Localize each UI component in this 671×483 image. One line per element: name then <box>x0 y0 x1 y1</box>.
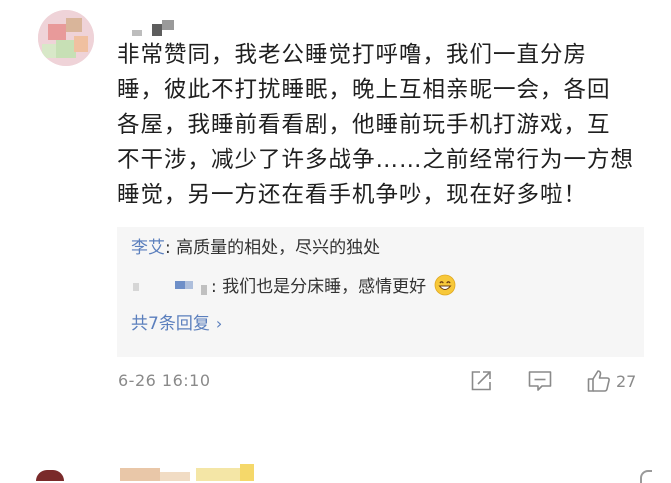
next-comment-mosaic-block <box>120 468 160 481</box>
more-replies-link[interactable]: 共7条回复 › <box>131 313 222 335</box>
replies-preview[interactable]: 李艾: 高质量的相处，尽兴的独处 : 我们也是分床睡，感情更好 共7条回复 › <box>117 227 644 357</box>
share-button[interactable] <box>469 368 493 394</box>
like-count: 27 <box>616 371 637 391</box>
comment-body-line: 睡，彼此不打扰睡眠，晚上互相亲昵一会，各回 <box>117 77 611 103</box>
username-mosaic-block <box>152 24 162 36</box>
like-button[interactable]: 27 <box>586 368 636 394</box>
reply-text: 高质量的相处，尽兴的独处 <box>176 238 381 258</box>
reply-author-mosaic-block <box>133 283 139 291</box>
reply-author-name[interactable]: 李艾 <box>131 238 165 258</box>
chevron-right-icon: › <box>215 314 223 333</box>
comment-body-line: 不干涉，减少了许多战争……之前经常行为一方想 <box>117 147 635 173</box>
comment-timestamp: 6-26 16:10 <box>118 371 211 390</box>
next-comment-mosaic-block <box>240 464 254 481</box>
thumbs-up-icon <box>587 370 610 392</box>
username-mosaic-block <box>162 20 174 30</box>
share-icon <box>471 371 491 391</box>
avatar-mosaic-block <box>66 18 82 32</box>
reply-item[interactable]: : 我们也是分床睡，感情更好 <box>131 274 456 298</box>
grinning-face-emoji-icon <box>434 274 455 296</box>
reply-text: 我们也是分床睡，感情更好 <box>222 277 427 297</box>
next-comment-avatar <box>36 470 64 481</box>
more-replies-label: 共7条回复 <box>131 314 210 334</box>
reply-author-mosaic-block <box>185 281 193 289</box>
comment-icon <box>528 371 552 391</box>
avatar-mosaic-block <box>48 24 66 40</box>
reply-author-mosaic-block <box>175 281 185 289</box>
comment-body-line: 各屋，我睡前看看剧，他睡前玩手机打游戏，互 <box>117 112 611 138</box>
avatar-mosaic-block <box>74 36 88 52</box>
comment-body: 非常赞同，我老公睡觉打呼噜，我们一直分房 睡，彼此不打扰睡眠，晚上互相亲昵一会，… <box>117 38 653 213</box>
reply-separator: : <box>211 277 223 297</box>
reply-author-redacted[interactable] <box>131 277 211 297</box>
username-redacted[interactable] <box>118 18 208 38</box>
reply-author-mosaic-block <box>201 285 207 295</box>
reply-separator: : <box>165 238 177 258</box>
next-comment-peek <box>0 462 671 483</box>
avatar[interactable] <box>38 10 94 66</box>
next-comment-mosaic-block <box>160 472 190 481</box>
reply-item[interactable]: 李艾: 高质量的相处，尽兴的独处 <box>131 237 380 259</box>
next-comment-edge <box>640 470 652 483</box>
avatar-mosaic-block <box>42 44 56 58</box>
comment-body-line: 睡觉，另一方还在看手机争吵，现在好多啦！ <box>117 182 588 208</box>
username-mosaic-block <box>132 30 142 36</box>
next-comment-mosaic-block <box>196 468 240 481</box>
comment-card: 非常赞同，我老公睡觉打呼噜，我们一直分房 睡，彼此不打扰睡眠，晚上互相亲昵一会，… <box>0 0 671 481</box>
avatar-mosaic-block <box>56 40 76 58</box>
comment-button[interactable] <box>527 368 553 394</box>
comment-body-line: 非常赞同，我老公睡觉打呼噜，我们一直分房 <box>117 42 588 68</box>
